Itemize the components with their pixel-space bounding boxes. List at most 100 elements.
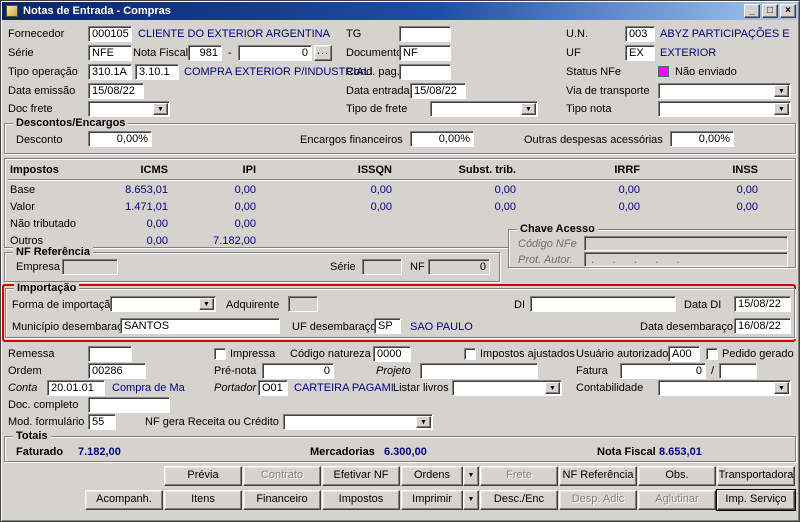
imp-servico-button[interactable]: Imp. Serviço	[717, 490, 795, 510]
nf-gera-select[interactable]: Usar Regras Arquivos Legais ▼	[283, 414, 433, 430]
tax-value-cell: 1.471,01	[125, 201, 168, 213]
tax-value-cell: 0,00	[618, 201, 640, 213]
portador-input[interactable]: O01	[258, 380, 288, 396]
contabilidade-label: Contabilidade	[576, 382, 644, 394]
pre-nota-input[interactable]: 0	[262, 363, 334, 379]
chevron-down-icon[interactable]: ▼	[774, 85, 789, 97]
contabilidade-select[interactable]: a Contabilizar ▼	[658, 380, 791, 396]
chevron-down-icon[interactable]: ▼	[153, 103, 168, 115]
aglutinar-button: Aglutinar	[638, 490, 716, 510]
imprimir-button[interactable]: Imprimir	[401, 490, 463, 510]
impressa-checkbox[interactable]	[214, 348, 226, 360]
fornecedor-input[interactable]: 000105	[88, 26, 132, 42]
ordem-input[interactable]: 00286	[88, 363, 146, 379]
nota-fiscal-numero-input[interactable]: 981	[188, 45, 222, 61]
municipio-desembaraco-input[interactable]: SANTOS	[120, 318, 280, 334]
listar-livros-label: Listar livros	[393, 382, 449, 394]
tipo-operacao-label: Tipo operação	[8, 66, 78, 78]
uf-desembaraco-input[interactable]: SP	[374, 318, 401, 334]
status-nfe-color-swatch	[658, 66, 669, 77]
documento-input[interactable]: NF	[399, 45, 451, 61]
impostos-col-header: IPI	[242, 164, 256, 176]
forma-importacao-select[interactable]: ▼	[110, 296, 216, 312]
tipo-nota-value: Importação	[668, 115, 723, 116]
nota-fiscal-browse-button[interactable]: ...	[314, 45, 332, 61]
tipo-nota-select[interactable]: Importação ▼	[658, 101, 791, 117]
nota-fiscal-sufixo-input[interactable]: 0	[238, 45, 312, 61]
conta-input[interactable]: 20.01.01	[47, 380, 105, 396]
tax-value-cell: 0,00	[370, 201, 392, 213]
impostos-col-header: Subst. trib.	[458, 164, 516, 176]
maximize-button[interactable]: □	[762, 4, 778, 18]
encargos-input[interactable]: 0,00%	[410, 131, 474, 147]
previa-button[interactable]: Prévia	[164, 466, 242, 486]
serie-input[interactable]: NFE	[88, 45, 132, 61]
desc-enc-button[interactable]: Desc./Enc	[480, 490, 558, 510]
ordens-dropdown-button[interactable]: ▼	[463, 466, 479, 486]
fatura-input[interactable]: 0	[620, 363, 706, 379]
listar-livros-select[interactable]: 2 ICMS + IPI + ISS ▼	[452, 380, 562, 396]
chevron-down-icon[interactable]: ▼	[545, 382, 560, 394]
data-emissao-input[interactable]: 15/08/22	[88, 83, 144, 99]
importacao-legend: Importação	[14, 282, 80, 295]
nf-ref-empresa-field	[62, 259, 118, 275]
uf-input[interactable]: EX	[625, 45, 655, 61]
doc-frete-select[interactable]: Nota ▼	[88, 101, 170, 117]
transportadora-button[interactable]: Transportadora	[717, 466, 795, 486]
desconto-input[interactable]: 0,00%	[88, 131, 152, 147]
chevron-down-icon[interactable]: ▼	[774, 103, 789, 115]
ordem-label: Ordem	[8, 365, 42, 377]
un-input[interactable]: 003	[625, 26, 655, 42]
window-title: Notas de Entrada - Compras	[23, 5, 171, 17]
tipo-operacao-desc: COMPRA EXTERIOR P/INDUSTRIALI	[184, 66, 373, 78]
tipo-operacao-code2-input[interactable]: 3.10.1	[135, 64, 179, 80]
listar-livros-value: 2 ICMS + IPI + ISS	[462, 394, 555, 395]
via-transporte-select[interactable]: Marítima ▼	[658, 83, 791, 99]
minimize-button[interactable]: _	[744, 4, 760, 18]
itens-button[interactable]: Itens	[164, 490, 242, 510]
ordens-button[interactable]: Ordens	[401, 466, 463, 486]
impostos-ajustados-checkbox[interactable]	[464, 348, 476, 360]
data-desembaraco-input[interactable]: 16/08/22	[734, 318, 791, 334]
imprimir-dropdown-button[interactable]: ▼	[463, 490, 479, 510]
efetivar-nf-button[interactable]: Efetivar NF	[322, 466, 400, 486]
close-button[interactable]: ×	[780, 4, 796, 18]
tipo-operacao-code1-input[interactable]: 310.1A	[88, 64, 132, 80]
acompanh-button[interactable]: Acompanh.	[85, 490, 163, 510]
data-entrada-input[interactable]: 15/08/22	[410, 83, 466, 99]
pedido-gerado-checkbox[interactable]	[706, 348, 718, 360]
tax-value-cell: 0,00	[736, 201, 758, 213]
chevron-down-icon[interactable]: ▼	[416, 416, 431, 428]
tipo-frete-label: Tipo de frete	[346, 103, 408, 115]
chevron-down-icon[interactable]: ▼	[521, 103, 536, 115]
chevron-down-icon[interactable]: ▼	[199, 298, 214, 310]
cond-pag-input[interactable]	[399, 64, 451, 80]
projeto-input[interactable]	[420, 363, 538, 379]
outras-despesas-input[interactable]: 0,00%	[670, 131, 734, 147]
tipo-frete-select[interactable]: 1 Emitente (CIF) ▼	[430, 101, 538, 117]
tax-value-cell: 0,00	[234, 201, 256, 213]
usuario-autorizado-input[interactable]: A00	[668, 346, 700, 362]
contabilidade-value: a Contabilizar	[668, 394, 735, 395]
di-input[interactable]	[530, 296, 676, 312]
mod-formulario-input[interactable]: 55	[88, 414, 116, 430]
tax-value-cell: 7.182,00	[213, 235, 256, 247]
impostos-button[interactable]: Impostos	[322, 490, 400, 510]
obs-button[interactable]: Obs.	[638, 466, 716, 486]
financeiro-button[interactable]: Financeiro	[243, 490, 321, 510]
via-transporte-value: Marítima	[668, 97, 711, 98]
doc-completo-input[interactable]	[88, 397, 170, 413]
tax-value-cell: 0,00	[494, 201, 516, 213]
codigo-natureza-input[interactable]: 0000	[373, 346, 411, 362]
tax-value-cell: 0,00	[146, 235, 168, 247]
remessa-input[interactable]	[88, 346, 132, 362]
tg-input[interactable]	[399, 26, 451, 42]
faturado-label: Faturado	[16, 446, 64, 458]
fatura-parcela-input[interactable]	[719, 363, 757, 379]
data-di-input[interactable]: 15/08/22	[734, 296, 791, 312]
chevron-down-icon[interactable]: ▼	[774, 382, 789, 394]
mod-formulario-label: Mod. formulário	[8, 416, 85, 428]
forma-importacao-label: Forma de importação	[12, 299, 117, 311]
uf-label: UF	[566, 47, 581, 59]
nf-referencia-button[interactable]: NF Referência	[559, 466, 637, 486]
